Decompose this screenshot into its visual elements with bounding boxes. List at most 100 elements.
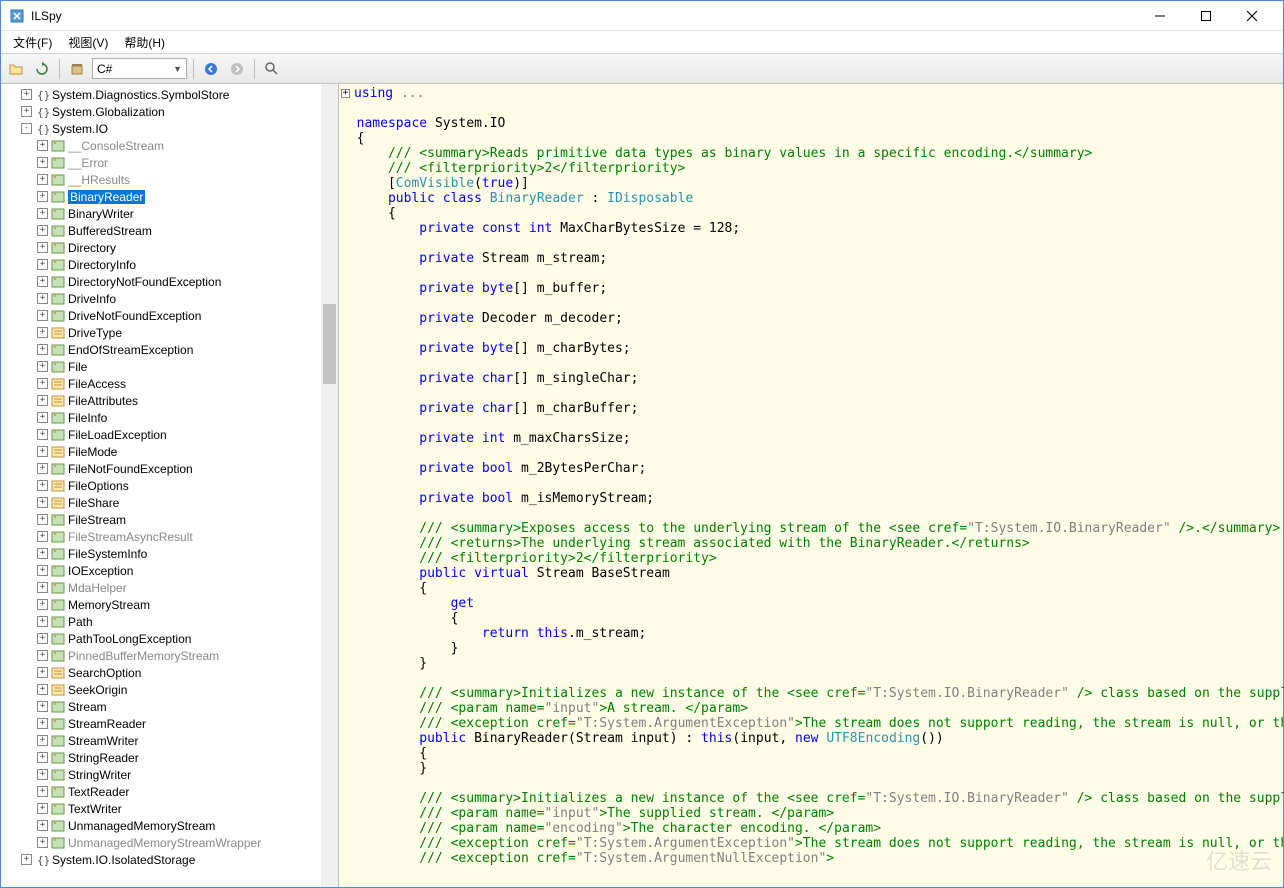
assemblies-button[interactable] [66, 58, 88, 80]
tree-item[interactable]: +FileInfo [1, 409, 338, 426]
menu-file[interactable]: 文件(F) [5, 32, 60, 53]
tree-item[interactable]: +MemoryStream [1, 596, 338, 613]
tree-toggle-icon[interactable]: + [37, 684, 48, 695]
fold-toggle-icon[interactable]: + [341, 89, 350, 98]
tree-toggle-icon[interactable]: + [37, 803, 48, 814]
tree-toggle-icon[interactable]: + [37, 701, 48, 712]
tree-item[interactable]: +DriveInfo [1, 290, 338, 307]
language-dropdown[interactable]: C# ▼ [92, 58, 187, 79]
tree-toggle-icon[interactable]: + [37, 718, 48, 729]
tree-item[interactable]: +StreamReader [1, 715, 338, 732]
tree-item[interactable]: +StreamWriter [1, 732, 338, 749]
tree-toggle-icon[interactable]: + [37, 786, 48, 797]
tree-item[interactable]: +DirectoryInfo [1, 256, 338, 273]
tree-toggle-icon[interactable]: + [37, 531, 48, 542]
tree-item[interactable]: +Stream [1, 698, 338, 715]
tree-toggle-icon[interactable]: + [37, 650, 48, 661]
maximize-button[interactable] [1183, 1, 1229, 31]
open-button[interactable] [5, 58, 27, 80]
tree-toggle-icon[interactable]: + [37, 514, 48, 525]
tree-panel[interactable]: +{}System.Diagnostics.SymbolStore+{}Syst… [1, 84, 339, 887]
tree-toggle-icon[interactable]: + [37, 361, 48, 372]
tree-toggle-icon[interactable]: + [37, 752, 48, 763]
tree-item[interactable]: +Directory [1, 239, 338, 256]
nav-forward-button[interactable] [226, 58, 248, 80]
tree-toggle-icon[interactable]: + [37, 616, 48, 627]
tree-item[interactable]: +PinnedBufferMemoryStream [1, 647, 338, 664]
tree-item[interactable]: +Path [1, 613, 338, 630]
tree-item[interactable]: +TextWriter [1, 800, 338, 817]
tree-toggle-icon[interactable]: + [37, 769, 48, 780]
tree-item[interactable]: +BufferedStream [1, 222, 338, 239]
tree-item[interactable]: +StringReader [1, 749, 338, 766]
tree-toggle-icon[interactable]: + [37, 565, 48, 576]
tree-item[interactable]: +IOException [1, 562, 338, 579]
tree-item[interactable]: +__Error [1, 154, 338, 171]
tree-toggle-icon[interactable]: - [21, 123, 32, 134]
tree-item[interactable]: +EndOfStreamException [1, 341, 338, 358]
tree-item[interactable]: +DriveNotFoundException [1, 307, 338, 324]
tree-item[interactable]: +FileOptions [1, 477, 338, 494]
tree-toggle-icon[interactable]: + [37, 174, 48, 185]
tree-item[interactable]: +DirectoryNotFoundException [1, 273, 338, 290]
tree-item[interactable]: -{}System.IO [1, 120, 338, 137]
tree-toggle-icon[interactable]: + [37, 633, 48, 644]
tree-toggle-icon[interactable]: + [37, 225, 48, 236]
tree-item[interactable]: +__ConsoleStream [1, 137, 338, 154]
tree-item[interactable]: +FileStream [1, 511, 338, 528]
nav-back-button[interactable] [200, 58, 222, 80]
close-button[interactable] [1229, 1, 1275, 31]
tree-item[interactable]: +DriveType [1, 324, 338, 341]
tree-toggle-icon[interactable]: + [37, 208, 48, 219]
tree-toggle-icon[interactable]: + [37, 327, 48, 338]
tree-item[interactable]: +{}System.IO.IsolatedStorage [1, 851, 338, 868]
tree-item[interactable]: +{}System.Globalization [1, 103, 338, 120]
tree-toggle-icon[interactable]: + [21, 106, 32, 117]
menu-help[interactable]: 帮助(H) [116, 32, 173, 53]
search-button[interactable] [261, 58, 283, 80]
tree-toggle-icon[interactable]: + [37, 582, 48, 593]
tree-item[interactable]: +FileMode [1, 443, 338, 460]
tree-item[interactable]: +FileStreamAsyncResult [1, 528, 338, 545]
minimize-button[interactable] [1137, 1, 1183, 31]
tree-toggle-icon[interactable]: + [37, 820, 48, 831]
tree-toggle-icon[interactable]: + [37, 463, 48, 474]
tree-toggle-icon[interactable]: + [37, 548, 48, 559]
tree-toggle-icon[interactable]: + [37, 599, 48, 610]
tree-toggle-icon[interactable]: + [37, 259, 48, 270]
tree-toggle-icon[interactable]: + [37, 735, 48, 746]
refresh-button[interactable] [31, 58, 53, 80]
tree-item[interactable]: +TextReader [1, 783, 338, 800]
tree-item[interactable]: +File [1, 358, 338, 375]
tree-toggle-icon[interactable]: + [21, 854, 32, 865]
tree-scrollbar-thumb[interactable] [323, 304, 336, 384]
tree-item[interactable]: +UnmanagedMemoryStreamWrapper [1, 834, 338, 851]
tree-item[interactable]: +FileLoadException [1, 426, 338, 443]
tree-item[interactable]: +SeekOrigin [1, 681, 338, 698]
tree-toggle-icon[interactable]: + [37, 446, 48, 457]
code-panel[interactable]: +using ... namespace System.IO { /// <su… [339, 84, 1283, 887]
tree-toggle-icon[interactable]: + [37, 157, 48, 168]
tree-toggle-icon[interactable]: + [37, 667, 48, 678]
tree-item[interactable]: +FileShare [1, 494, 338, 511]
tree-item[interactable]: +FileSystemInfo [1, 545, 338, 562]
tree-toggle-icon[interactable]: + [37, 412, 48, 423]
tree-toggle-icon[interactable]: + [37, 140, 48, 151]
tree-toggle-icon[interactable]: + [37, 344, 48, 355]
tree-item[interactable]: +UnmanagedMemoryStream [1, 817, 338, 834]
tree-toggle-icon[interactable]: + [37, 276, 48, 287]
tree-toggle-icon[interactable]: + [37, 191, 48, 202]
tree-toggle-icon[interactable]: + [37, 242, 48, 253]
tree-item[interactable]: +BinaryWriter [1, 205, 338, 222]
tree-item[interactable]: +FileAccess [1, 375, 338, 392]
tree-toggle-icon[interactable]: + [37, 293, 48, 304]
tree-item[interactable]: +SearchOption [1, 664, 338, 681]
tree-toggle-icon[interactable]: + [37, 837, 48, 848]
tree-toggle-icon[interactable]: + [37, 378, 48, 389]
menu-view[interactable]: 视图(V) [60, 32, 116, 53]
tree-item[interactable]: +{}System.Diagnostics.SymbolStore [1, 86, 338, 103]
tree-scrollbar[interactable] [321, 84, 338, 887]
tree-toggle-icon[interactable]: + [37, 480, 48, 491]
tree-toggle-icon[interactable]: + [37, 395, 48, 406]
tree-item[interactable]: +MdaHelper [1, 579, 338, 596]
